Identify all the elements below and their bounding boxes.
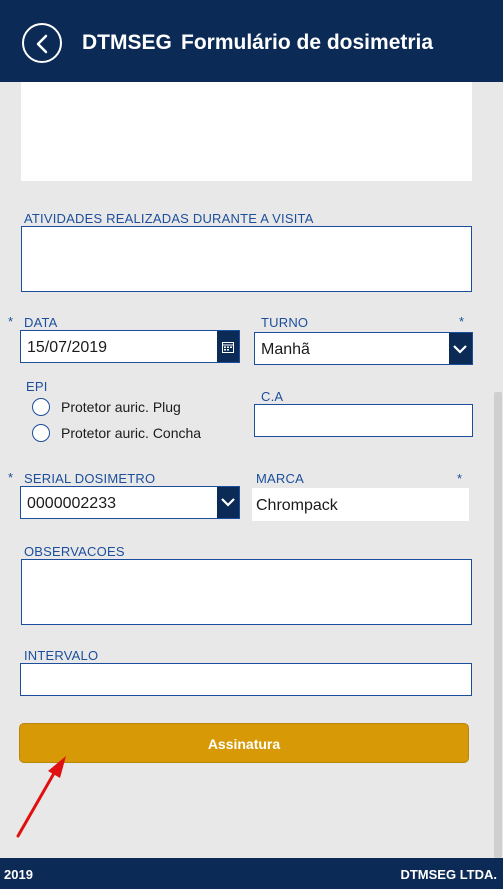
data-date-field[interactable]: 15/07/2019 [20, 330, 240, 363]
back-arrow-icon [36, 34, 48, 54]
app-header: DTMSEG Formulário de dosimetria [0, 0, 503, 82]
ca-label: C.A [261, 389, 284, 404]
turno-required-mark: * [459, 314, 465, 329]
observacoes-textarea[interactable] [21, 559, 472, 625]
serial-value: 0000002233 [27, 495, 116, 512]
turno-dropdown-button[interactable] [449, 333, 472, 364]
app-footer: 2019 DTMSEG LTDA. [0, 858, 503, 889]
footer-year: 2019 [4, 867, 33, 882]
intervalo-field[interactable] [20, 663, 472, 696]
ca-field[interactable] [254, 404, 473, 437]
observacoes-label: OBSERVACOES [24, 544, 125, 559]
calendar-icon [222, 342, 234, 353]
assinatura-button[interactable]: Assinatura [19, 723, 469, 763]
epi-radio-concha[interactable] [32, 424, 50, 442]
turno-dropdown[interactable]: Manhã [254, 332, 473, 365]
footer-company: DTMSEG LTDA. [400, 867, 497, 882]
serial-dropdown-button[interactable] [217, 487, 239, 518]
annotation-arrow-icon [16, 756, 66, 838]
atividades-textarea[interactable] [21, 226, 472, 292]
turno-value: Manhã [261, 341, 310, 358]
previous-textarea[interactable] [21, 82, 472, 181]
marca-required-mark: * [457, 471, 463, 486]
serial-dropdown[interactable]: 0000002233 [20, 486, 240, 519]
app-name: DTMSEG [82, 31, 172, 54]
atividades-label: ATIVIDADES REALIZADAS DURANTE A VISITA [24, 211, 314, 226]
scrollbar-thumb[interactable] [494, 392, 502, 858]
intervalo-label: INTERVALO [24, 648, 99, 663]
turno-label: TURNO [261, 315, 309, 330]
marca-field[interactable]: Chrompack [252, 488, 469, 521]
epi-option-concha: Protetor auric. Concha [61, 425, 202, 441]
serial-label: SERIAL DOSIMETRO [24, 471, 156, 486]
epi-option-plug: Protetor auric. Plug [61, 399, 181, 415]
epi-label: EPI [26, 379, 48, 394]
data-value: 15/07/2019 [27, 339, 108, 356]
epi-radio-plug[interactable] [32, 398, 50, 416]
marca-label: MARCA [256, 471, 304, 486]
back-button[interactable] [22, 23, 62, 63]
chevron-down-icon [221, 498, 235, 507]
data-required-mark: * [8, 314, 14, 329]
chevron-down-icon [453, 345, 467, 354]
calendar-button[interactable] [217, 331, 239, 362]
data-label: DATA [24, 315, 58, 330]
assinatura-button-label: Assinatura [207, 736, 281, 752]
serial-required-mark: * [8, 470, 14, 485]
marca-value: Chrompack [256, 497, 338, 514]
page-title: Formulário de dosimetria [181, 31, 434, 54]
